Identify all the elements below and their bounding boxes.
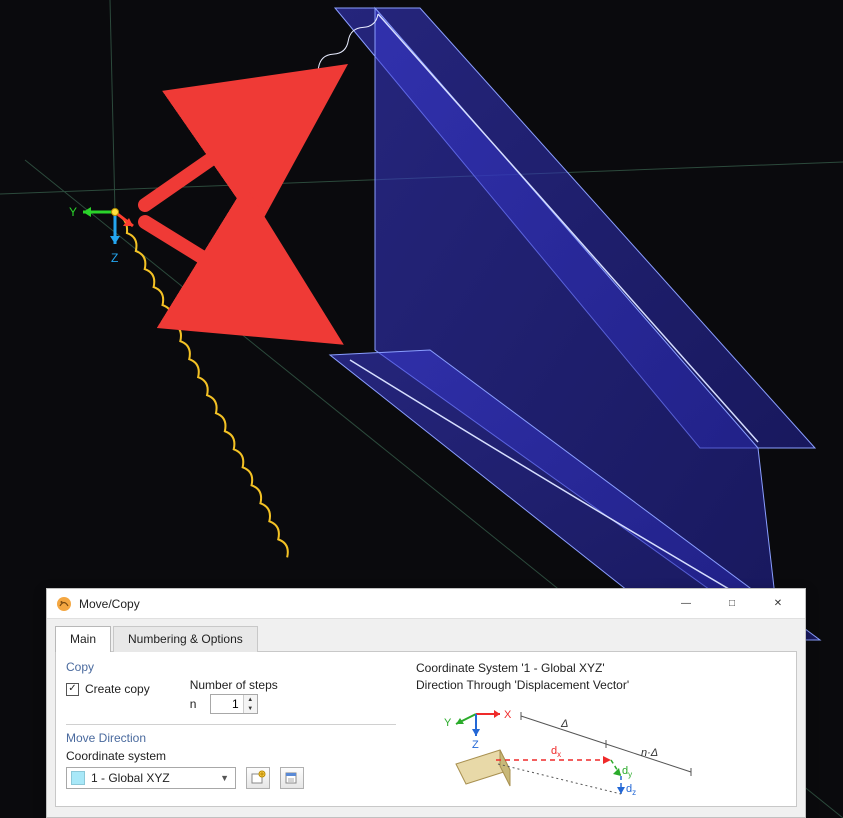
axis-y-label: Y bbox=[69, 205, 77, 219]
axis-z-label: Z bbox=[111, 251, 118, 265]
preview-line-2: Direction Through 'Displacement Vector' bbox=[416, 677, 786, 694]
steps-spinner[interactable]: ▲ ▼ bbox=[210, 694, 258, 714]
preview-diagram: X Y Z dx dy dz bbox=[416, 694, 736, 804]
tab-strip: Main Numbering & Options bbox=[47, 619, 805, 651]
svg-text:Z: Z bbox=[472, 739, 479, 751]
create-copy-label: Create copy bbox=[85, 682, 150, 696]
svg-text:Y: Y bbox=[444, 717, 452, 729]
copy-section: Copy ✓ Create copy Number of steps n bbox=[66, 660, 396, 714]
tab-content: Copy ✓ Create copy Number of steps n bbox=[55, 651, 797, 807]
steps-up[interactable]: ▲ bbox=[244, 695, 257, 704]
left-pane: Copy ✓ Create copy Number of steps n bbox=[56, 652, 406, 806]
steps-input[interactable] bbox=[211, 695, 243, 713]
new-coord-button[interactable] bbox=[246, 767, 270, 789]
svg-text:Δ: Δ bbox=[560, 718, 568, 730]
steps-symbol: n bbox=[190, 697, 204, 711]
maximize-button[interactable]: □ bbox=[709, 589, 755, 619]
close-button[interactable]: ✕ bbox=[755, 589, 801, 619]
svg-text:dz: dz bbox=[626, 783, 636, 797]
preview-pane: Coordinate System '1 - Global XYZ' Direc… bbox=[406, 652, 796, 806]
svg-text:dy: dy bbox=[622, 765, 632, 779]
preview-line-1: Coordinate System '1 - Global XYZ' bbox=[416, 660, 786, 677]
chevron-down-icon: ▼ bbox=[216, 773, 233, 783]
titlebar[interactable]: Move/Copy ― □ ✕ bbox=[47, 589, 805, 619]
edit-coord-button[interactable] bbox=[280, 767, 304, 789]
coord-swatch-icon bbox=[71, 771, 85, 785]
svg-text:X: X bbox=[504, 709, 512, 721]
move-direction-heading: Move Direction bbox=[66, 724, 396, 745]
move-direction-section: Move Direction Coordinate system 1 - Glo… bbox=[66, 724, 396, 789]
steps-label: Number of steps bbox=[190, 678, 278, 692]
tab-main[interactable]: Main bbox=[55, 626, 111, 652]
tab-numbering-options[interactable]: Numbering & Options bbox=[113, 626, 258, 652]
coord-system-value: 1 - Global XYZ bbox=[91, 771, 216, 785]
copy-heading: Copy bbox=[66, 660, 396, 674]
minimize-button[interactable]: ― bbox=[663, 589, 709, 619]
coord-system-label: Coordinate system bbox=[66, 749, 396, 763]
svg-text:dx: dx bbox=[551, 745, 561, 759]
dialog-title: Move/Copy bbox=[79, 597, 663, 611]
app-icon bbox=[55, 595, 73, 613]
create-copy-checkbox[interactable]: ✓ bbox=[66, 683, 79, 696]
steps-down[interactable]: ▼ bbox=[244, 704, 257, 713]
coord-system-combo[interactable]: 1 - Global XYZ ▼ bbox=[66, 767, 236, 789]
move-copy-dialog: Move/Copy ― □ ✕ Main Numbering & Options… bbox=[46, 588, 806, 818]
svg-text:n·Δ: n·Δ bbox=[641, 747, 658, 759]
